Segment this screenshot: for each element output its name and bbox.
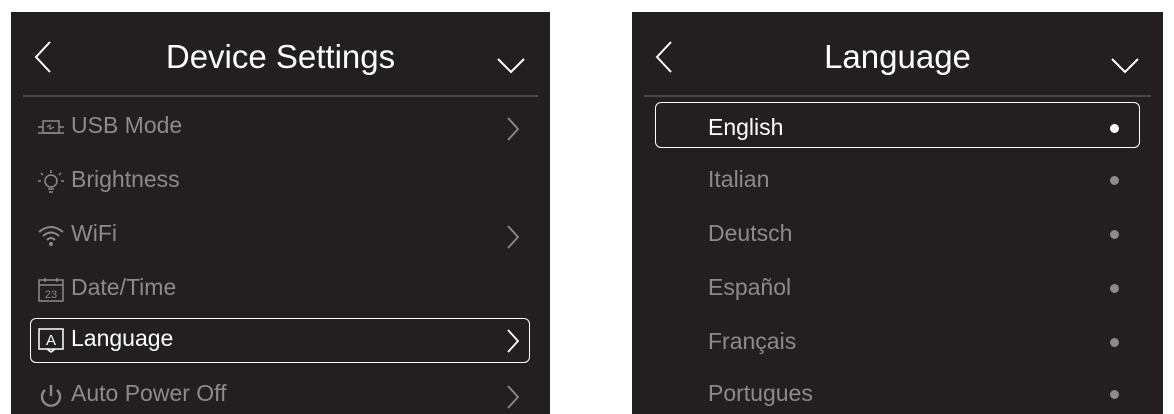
language-option-espanol[interactable]: Español — [632, 264, 1163, 316]
chevron-right-icon — [507, 385, 520, 409]
device-settings-panel: Device Settings USB Mode Brightness WiFi… — [11, 12, 550, 414]
radio-dot — [1110, 176, 1119, 185]
chevron-down-icon[interactable] — [1110, 57, 1140, 75]
bulb-icon — [38, 170, 64, 193]
language-header: Language — [632, 12, 1163, 94]
language-icon-letter: A — [46, 332, 56, 349]
language-option-label: Español — [708, 274, 792, 300]
header-divider — [23, 95, 538, 97]
language-option-francais[interactable]: Français — [632, 318, 1163, 370]
menu-item-label: USB Mode — [71, 112, 183, 138]
device-settings-header: Device Settings — [11, 12, 550, 94]
radio-dot — [1110, 390, 1119, 399]
radio-dot — [1110, 230, 1119, 239]
chevron-right-icon — [507, 329, 520, 353]
menu-item-label: Brightness — [71, 166, 180, 192]
chevron-right-icon — [507, 117, 520, 141]
language-option-label: English — [708, 114, 784, 140]
calendar-icon: 23 — [38, 278, 64, 302]
menu-item-brightness[interactable]: Brightness — [11, 156, 550, 208]
language-icon: A — [38, 328, 64, 353]
language-option-italian[interactable]: Italian — [632, 156, 1163, 208]
language-panel: Language English Italian Deutsch Español… — [632, 12, 1163, 414]
language-option-deutsch[interactable]: Deutsch — [632, 210, 1163, 262]
language-option-label: Deutsch — [708, 220, 793, 246]
page-title: Device Settings — [165, 38, 396, 75]
radio-dot — [1110, 124, 1119, 133]
wifi-icon — [38, 226, 64, 246]
menu-item-date-time[interactable]: 23 Date/Time — [11, 264, 550, 316]
language-option-label: Italian — [708, 166, 770, 192]
radio-dot — [1110, 284, 1119, 293]
usb-icon — [38, 120, 64, 134]
menu-item-usb-mode[interactable]: USB Mode — [11, 102, 550, 154]
radio-dot — [1110, 338, 1119, 347]
power-icon — [40, 385, 62, 407]
language-option-label: Portugues — [708, 380, 813, 406]
page-title: Language — [824, 38, 971, 75]
menu-item-label: Language — [71, 325, 174, 351]
calendar-day: 23 — [45, 289, 57, 301]
header-divider — [644, 95, 1151, 97]
menu-item-label: Auto Power Off — [71, 380, 227, 406]
language-option-label: Français — [708, 328, 797, 354]
language-option-portugues[interactable]: Portugues — [632, 370, 1163, 414]
language-option-english[interactable]: English — [632, 102, 1163, 154]
menu-item-auto-power-off[interactable]: Auto Power Off — [11, 370, 550, 414]
menu-item-language[interactable]: A Language — [11, 318, 550, 370]
menu-item-label: Date/Time — [71, 274, 177, 300]
chevron-down-icon[interactable] — [496, 57, 526, 75]
chevron-right-icon — [507, 225, 520, 249]
menu-item-wifi[interactable]: WiFi — [11, 210, 550, 262]
menu-item-label: WiFi — [71, 220, 117, 246]
